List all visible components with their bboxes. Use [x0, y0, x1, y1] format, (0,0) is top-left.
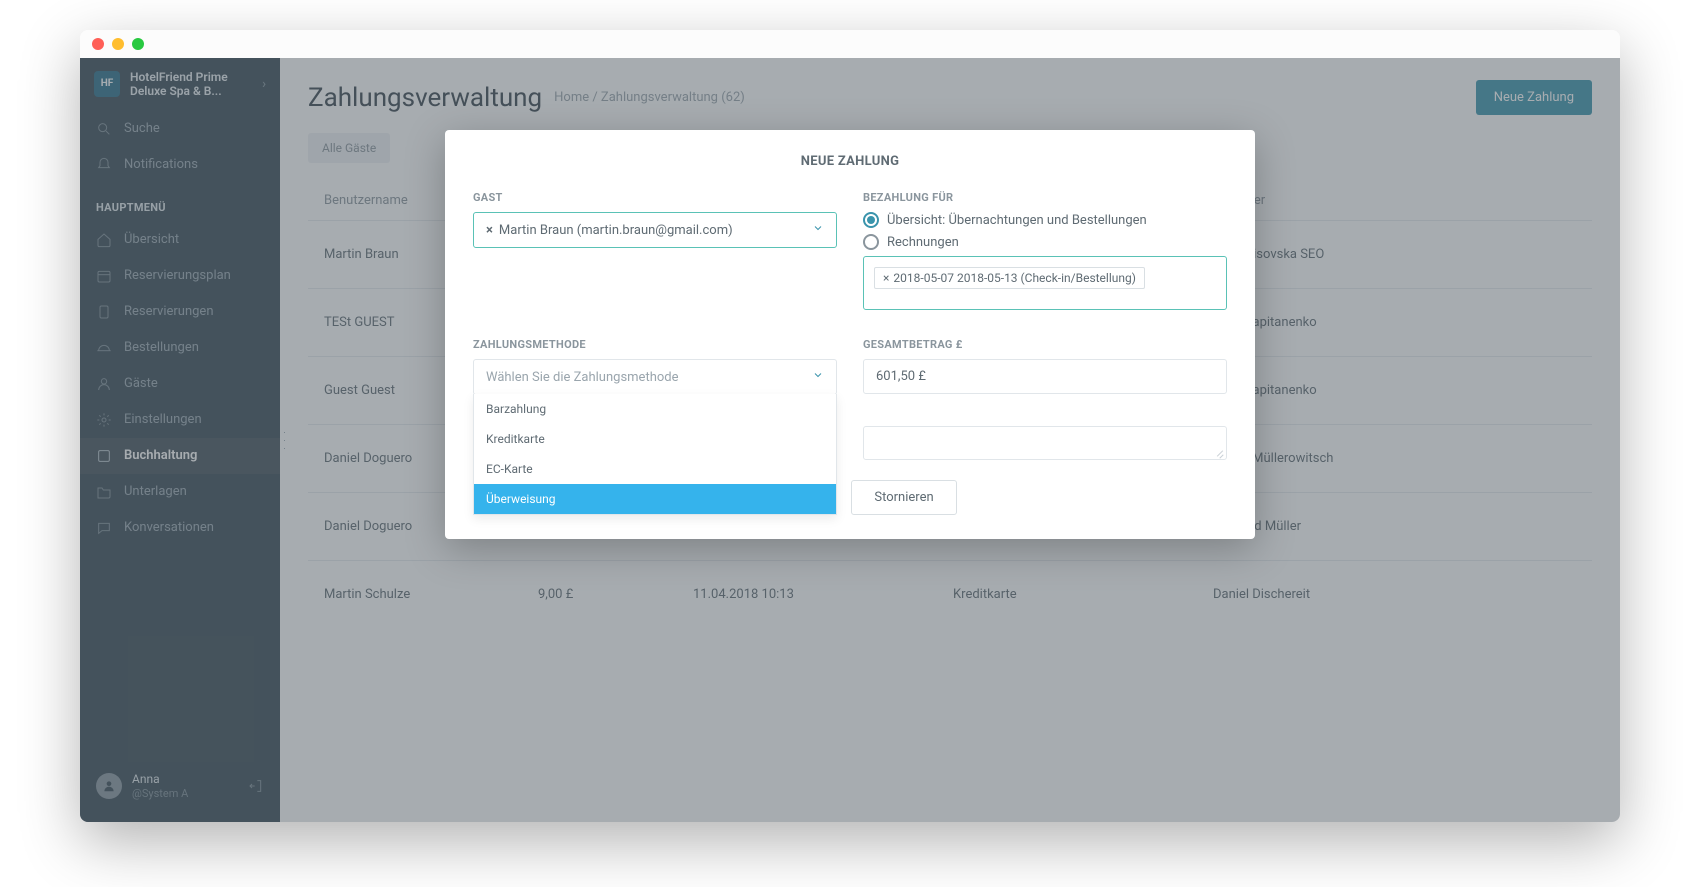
clear-tag-icon[interactable]: ×: [883, 271, 889, 285]
payfor-opt2-label: Rechnungen: [887, 235, 959, 250]
payfor-opt1-label: Übersicht: Übernachtungen und Bestellung…: [887, 213, 1147, 228]
modal-title: NEUE ZAHLUNG: [473, 154, 1227, 169]
modal-overlay[interactable]: NEUE ZAHLUNG GAST × Martin Braun (martin…: [80, 58, 1620, 822]
method-option-credit[interactable]: Kreditkarte: [474, 424, 836, 454]
method-option-cash[interactable]: Barzahlung: [474, 394, 836, 424]
payment-method-select[interactable]: Wählen Sie die Zahlungsmethode Barzahlun…: [473, 359, 837, 395]
cancel-button[interactable]: Stornieren: [851, 480, 956, 515]
app-window: HF HotelFriend Prime Deluxe Spa & B... ›…: [80, 30, 1620, 822]
method-placeholder: Wählen Sie die Zahlungsmethode: [486, 370, 679, 385]
payfor-option-overview[interactable]: Übersicht: Übernachtungen und Bestellung…: [863, 212, 1227, 228]
radio-unchecked-icon: [863, 234, 879, 250]
method-dropdown: Barzahlung Kreditkarte EC-Karte Überweis…: [473, 394, 837, 515]
booking-tag-box[interactable]: × 2018-05-07 2018-05-13 (Check-in/Bestel…: [863, 256, 1227, 310]
notes-textarea[interactable]: [863, 426, 1227, 460]
payfor-option-invoices[interactable]: Rechnungen: [863, 234, 1227, 250]
guest-value: Martin Braun (martin.braun@gmail.com): [499, 223, 733, 238]
radio-checked-icon: [863, 212, 879, 228]
method-option-ec[interactable]: EC-Karte: [474, 454, 836, 484]
close-window-button[interactable]: [92, 38, 104, 50]
chevron-down-icon: [812, 222, 824, 238]
booking-tag[interactable]: × 2018-05-07 2018-05-13 (Check-in/Bestel…: [874, 267, 1145, 289]
payfor-label: BEZAHLUNG FÜR: [863, 191, 1227, 204]
new-payment-modal: NEUE ZAHLUNG GAST × Martin Braun (martin…: [445, 130, 1255, 539]
mac-titlebar: [80, 30, 1620, 58]
chevron-down-icon: [812, 369, 824, 385]
guest-select[interactable]: × Martin Braun (martin.braun@gmail.com): [473, 212, 837, 248]
resize-grip-icon[interactable]: [1214, 447, 1224, 457]
maximize-window-button[interactable]: [132, 38, 144, 50]
clear-guest-icon[interactable]: ×: [486, 223, 493, 238]
guest-label: GAST: [473, 191, 837, 204]
minimize-window-button[interactable]: [112, 38, 124, 50]
tag-text: 2018-05-07 2018-05-13 (Check-in/Bestellu…: [893, 271, 1136, 285]
method-option-transfer[interactable]: Überweisung: [474, 484, 836, 514]
amount-input[interactable]: 601,50 £: [863, 359, 1227, 394]
method-label: ZAHLUNGSMETHODE: [473, 338, 837, 351]
amount-label: GESAMTBETRAG £: [863, 338, 1227, 351]
